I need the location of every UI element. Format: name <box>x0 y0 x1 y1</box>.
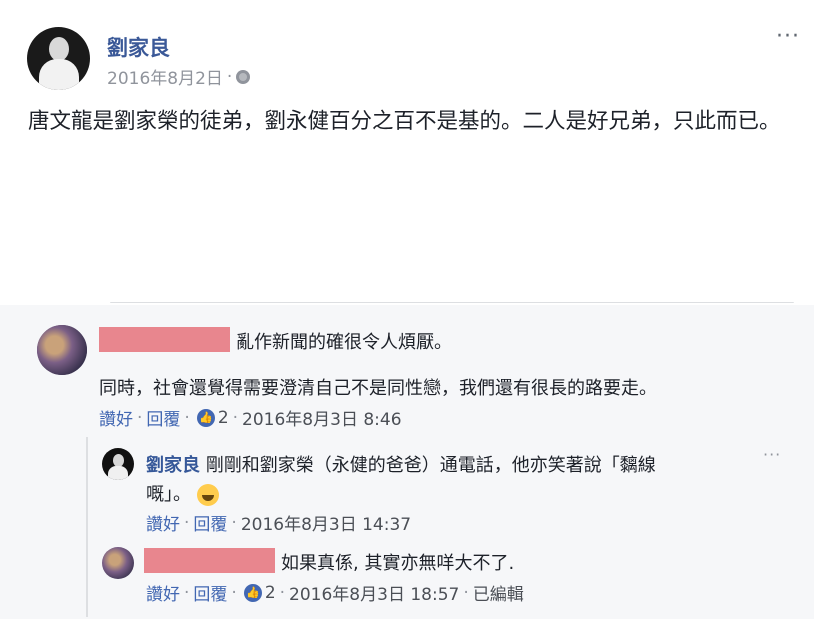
comment-text-line2: 同時，社會還覺得需要澄清自己不是同性戀，我們還有很長的路要走。 <box>99 378 657 399</box>
reply-link[interactable]: 回覆 <box>193 510 227 535</box>
like-link[interactable]: 讚好 <box>99 405 133 430</box>
public-globe-icon <box>236 69 251 84</box>
separator: · <box>232 407 239 428</box>
post-meta: 2016年8月2日 · <box>107 64 251 89</box>
separator: · <box>184 407 190 428</box>
reply-text: 如果真係, 其實亦無咩大不了. <box>281 553 515 574</box>
post-body: 唐文龍是劉家榮的徒弟，劉永健百分之百不是基的。二人是好兄弟，只此而已。 <box>28 109 781 134</box>
like-link[interactable]: 讚好 <box>146 580 180 605</box>
comment-actions: 讚好 · 回覆 · 👍 2 · 2016年8月3日 8:46 <box>99 405 402 431</box>
separator: · <box>231 582 237 603</box>
reply-author-name[interactable]: 劉家良 <box>146 455 200 476</box>
reply-actions: 讚好 · 回覆 · 👍 2 · 2016年8月3日 18:57 · 已編輯 <box>146 580 524 606</box>
separator: · <box>231 512 237 533</box>
like-count[interactable]: 2 <box>218 408 229 428</box>
reply-text: 劉家良 剛剛和劉家榮（永健的爸爸）通電話，他亦笑著說「黐線 <box>146 451 656 477</box>
reply-author-avatar[interactable] <box>102 547 134 579</box>
post-options-icon[interactable]: ··· <box>776 24 800 49</box>
like-count[interactable]: 2 <box>265 583 276 603</box>
separator: · <box>137 407 143 428</box>
author-name[interactable]: 劉家良 <box>107 32 170 62</box>
redacted-name <box>99 327 230 352</box>
reply-options-icon[interactable]: ··· <box>763 445 781 464</box>
like-icon[interactable]: 👍 <box>196 408 215 427</box>
reply-link[interactable]: 回覆 <box>146 405 180 430</box>
reply-link[interactable]: 回覆 <box>193 580 227 605</box>
meta-separator: · <box>226 66 233 87</box>
reply-author-avatar[interactable] <box>102 448 134 480</box>
post: 劉家良 2016年8月2日 · ··· 唐文龍是劉家榮的徒弟，劉永健百分之百不是… <box>0 0 814 300</box>
reply-body-line2: 嘅」。 <box>146 484 191 505</box>
redacted-name <box>144 548 275 573</box>
separator: · <box>279 582 286 603</box>
comment-text: 亂作新聞的確很令人煩厭。 <box>236 332 452 353</box>
like-icon[interactable]: 👍 <box>243 583 262 602</box>
reply-actions: 讚好 · 回覆 · 2016年8月3日 14:37 <box>146 510 411 536</box>
edited-label[interactable]: 已編輯 <box>473 580 524 605</box>
laughing-emoji-icon <box>196 484 219 506</box>
reply-time[interactable]: 2016年8月3日 18:57 <box>289 580 459 605</box>
separator: · <box>184 582 190 603</box>
author-avatar[interactable] <box>27 27 90 90</box>
reply-thread-line <box>86 437 88 617</box>
comment-time[interactable]: 2016年8月3日 8:46 <box>242 405 401 430</box>
reply-body: 剛剛和劉家榮（永健的爸爸）通電話，他亦笑著說「黐線 <box>205 455 656 476</box>
commenter-avatar[interactable] <box>37 325 87 375</box>
post-date[interactable]: 2016年8月2日 <box>107 64 223 89</box>
post-divider <box>110 302 794 303</box>
reply-time[interactable]: 2016年8月3日 14:37 <box>241 510 411 535</box>
separator: · <box>463 582 469 603</box>
separator: · <box>184 512 190 533</box>
reply-text-line2: 嘅」。 <box>146 480 219 506</box>
like-link[interactable]: 讚好 <box>146 510 180 535</box>
